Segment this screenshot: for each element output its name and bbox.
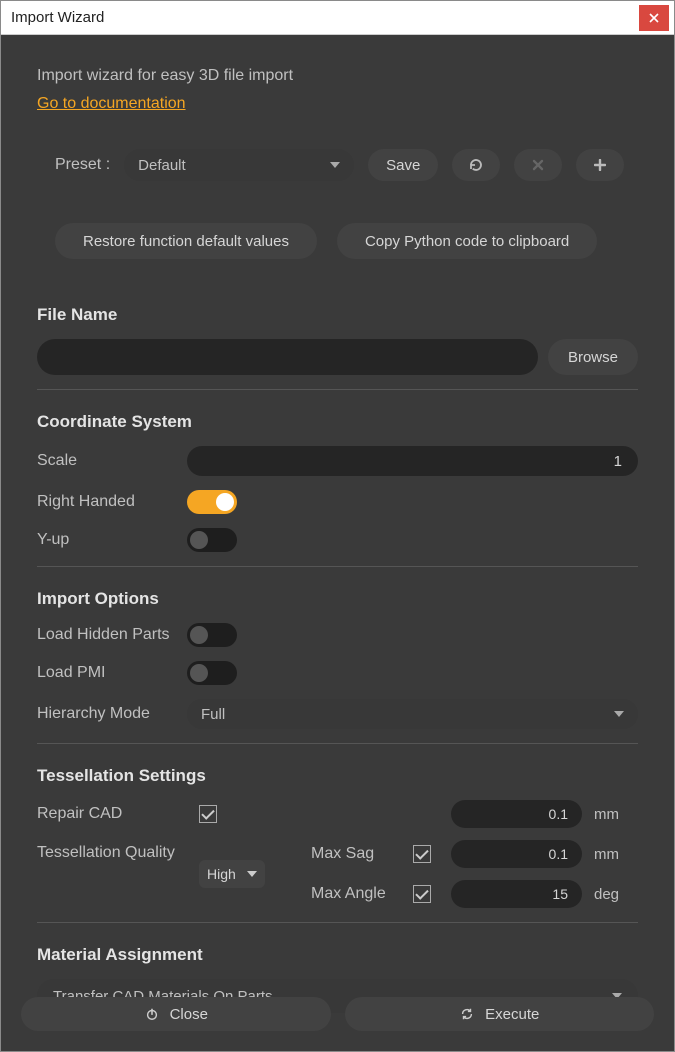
divider — [37, 566, 638, 567]
file-name-input[interactable] — [37, 339, 538, 375]
preset-select[interactable]: Default — [124, 149, 354, 181]
hierarchy-row: Hierarchy Mode Full — [37, 699, 638, 729]
max-sag-value: 0.1 — [549, 846, 568, 862]
close-button-label: Close — [170, 1006, 208, 1023]
close-button[interactable]: Close — [21, 997, 331, 1031]
repair-cad-value: 0.1 — [549, 806, 568, 822]
divider — [37, 389, 638, 390]
load-hidden-label: Load Hidden Parts — [37, 626, 187, 644]
intro-text: Import wizard for easy 3D file import — [37, 67, 638, 85]
repair-cad-input[interactable]: 0.1 — [451, 800, 582, 828]
import-options-section-title: Import Options — [37, 589, 638, 609]
refresh-preset-button[interactable] — [452, 149, 500, 181]
execute-button-label: Execute — [485, 1006, 539, 1023]
max-angle-value: 15 — [552, 886, 568, 902]
chevron-down-icon — [247, 871, 257, 877]
right-handed-label: Right Handed — [37, 493, 187, 511]
repair-cad-label: Repair CAD — [37, 805, 187, 823]
tess-grid: Repair CAD 0.1 mm Tessellation Quality H… — [37, 800, 638, 908]
delete-icon — [530, 157, 546, 173]
load-pmi-label: Load PMI — [37, 664, 187, 682]
preset-value: Default — [138, 157, 186, 174]
chevron-down-icon — [330, 162, 340, 168]
load-pmi-toggle[interactable] — [187, 661, 237, 685]
delete-preset-button[interactable] — [514, 149, 562, 181]
tess-quality-label: Tessellation Quality — [37, 840, 187, 862]
scale-value: 1 — [614, 453, 622, 470]
refresh-icon — [468, 157, 484, 173]
hierarchy-value: Full — [201, 706, 225, 723]
scale-label: Scale — [37, 452, 187, 470]
execute-button[interactable]: Execute — [345, 997, 655, 1031]
dialog-body: Import wizard for easy 3D file import Go… — [1, 35, 674, 1051]
restore-defaults-button[interactable]: Restore function default values — [55, 223, 317, 259]
chevron-down-icon — [614, 711, 624, 717]
preset-label: Preset : — [55, 156, 110, 174]
yup-label: Y-up — [37, 531, 187, 549]
refresh-icon — [459, 1006, 475, 1022]
browse-button[interactable]: Browse — [548, 339, 638, 375]
load-pmi-row: Load PMI — [37, 661, 638, 685]
window-title: Import Wizard — [11, 9, 104, 26]
yup-row: Y-up — [37, 528, 638, 552]
max-sag-checkbox[interactable] — [413, 845, 431, 863]
repair-cad-unit: mm — [594, 806, 638, 823]
tess-section-title: Tessellation Settings — [37, 766, 638, 786]
titlebar: Import Wizard — [1, 1, 674, 35]
file-row: Browse — [37, 339, 638, 375]
tess-quality-value: High — [207, 866, 236, 882]
material-section-title: Material Assignment — [37, 945, 638, 965]
max-angle-unit: deg — [594, 886, 638, 903]
coord-section-title: Coordinate System — [37, 412, 638, 432]
scale-input[interactable]: 1 — [187, 446, 638, 476]
divider — [37, 922, 638, 923]
max-sag-unit: mm — [594, 846, 638, 863]
hierarchy-select[interactable]: Full — [187, 699, 638, 729]
max-angle-checkbox[interactable] — [413, 885, 431, 903]
action-buttons-row: Restore function default values Copy Pyt… — [55, 223, 638, 259]
copy-python-button[interactable]: Copy Python code to clipboard — [337, 223, 597, 259]
max-sag-input[interactable]: 0.1 — [451, 840, 582, 868]
preset-row: Preset : Default Save — [55, 149, 638, 181]
max-sag-label: Max Sag — [311, 845, 401, 863]
scale-row: Scale 1 — [37, 446, 638, 476]
tess-quality-select[interactable]: High — [199, 860, 265, 888]
yup-toggle[interactable] — [187, 528, 237, 552]
right-handed-toggle[interactable] — [187, 490, 237, 514]
power-icon — [144, 1006, 160, 1022]
documentation-link[interactable]: Go to documentation — [37, 95, 186, 112]
close-window-button[interactable] — [639, 5, 669, 31]
max-angle-label: Max Angle — [311, 885, 401, 903]
hierarchy-label: Hierarchy Mode — [37, 705, 187, 723]
repair-cad-checkbox[interactable] — [199, 805, 217, 823]
max-angle-input[interactable]: 15 — [451, 880, 582, 908]
save-preset-button[interactable]: Save — [368, 149, 438, 181]
file-name-section-title: File Name — [37, 305, 638, 325]
plus-icon — [592, 157, 608, 173]
load-hidden-row: Load Hidden Parts — [37, 623, 638, 647]
right-handed-row: Right Handed — [37, 490, 638, 514]
divider — [37, 743, 638, 744]
add-preset-button[interactable] — [576, 149, 624, 181]
footer: Close Execute — [1, 997, 674, 1031]
close-icon — [646, 10, 662, 26]
import-wizard-window: Import Wizard Import wizard for easy 3D … — [0, 0, 675, 1052]
load-hidden-toggle[interactable] — [187, 623, 237, 647]
